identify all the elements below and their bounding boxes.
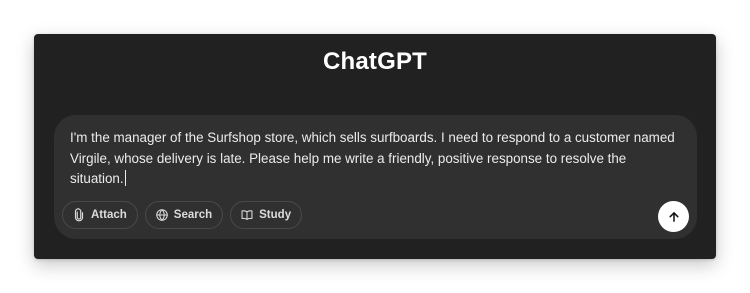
paperclip-icon <box>72 208 91 222</box>
book-icon <box>240 208 259 222</box>
prompt-input[interactable]: I'm the manager of the Surfshop store, w… <box>70 128 682 190</box>
search-label: Search <box>173 209 213 221</box>
study-button[interactable]: Study <box>230 201 303 229</box>
attach-label: Attach <box>91 209 127 221</box>
search-button[interactable]: Search <box>144 201 224 229</box>
send-button[interactable] <box>658 201 689 232</box>
composer-toolbar: Attach Search Study <box>62 201 303 229</box>
arrow-up-icon <box>667 210 681 224</box>
globe-icon <box>155 208 174 222</box>
text-caret <box>124 170 126 186</box>
app-title: ChatGPT <box>322 48 428 75</box>
prompt-composer[interactable]: I'm the manager of the Surfshop store, w… <box>54 115 697 239</box>
chat-window: ChatGPT I'm the manager of the Surfshop … <box>34 34 716 259</box>
study-label: Study <box>259 209 292 221</box>
prompt-text: I'm the manager of the Surfshop store, w… <box>70 130 675 186</box>
attach-button[interactable]: Attach <box>62 201 138 229</box>
